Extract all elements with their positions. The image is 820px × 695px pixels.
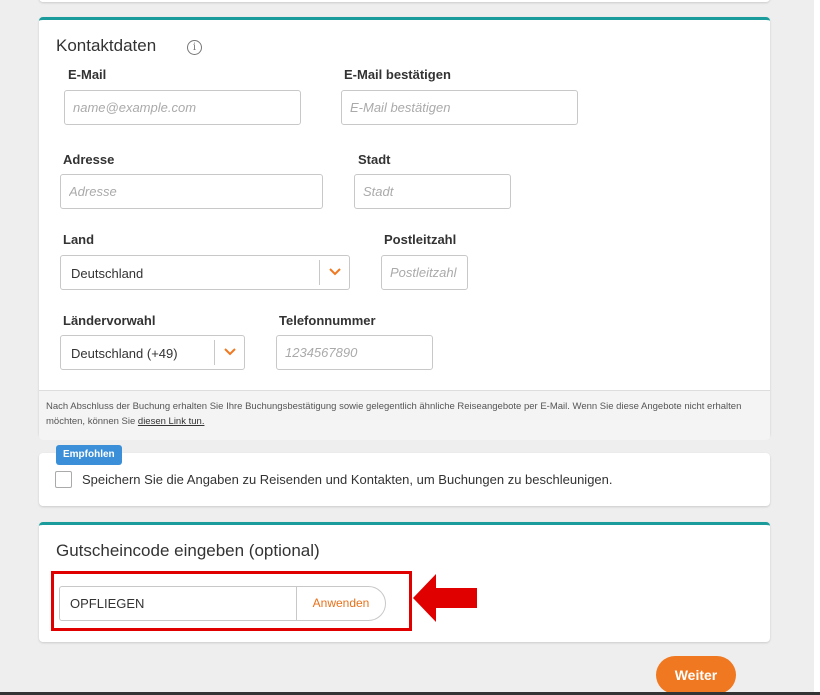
save-details-card: Speichern Sie die Angaben zu Reisenden u…: [39, 453, 770, 506]
email-label: E-Mail: [68, 67, 107, 82]
chevron-down-icon[interactable]: [319, 260, 349, 285]
chevron-down-icon[interactable]: [214, 340, 244, 365]
arrow-left-icon: [413, 574, 477, 622]
address-field[interactable]: [60, 174, 323, 209]
next-button[interactable]: Weiter: [656, 656, 736, 694]
country-value: Deutschland: [71, 266, 144, 281]
country-select[interactable]: Deutschland: [60, 255, 350, 290]
country-label: Land: [63, 232, 95, 247]
info-icon[interactable]: i: [187, 40, 202, 55]
contact-title: Kontaktdaten: [56, 36, 157, 55]
voucher-title: Gutscheincode eingeben (optional): [56, 541, 320, 560]
page-edge: [814, 0, 820, 695]
previous-card: [39, 0, 770, 2]
dial-code-select[interactable]: Deutschland (+49): [60, 335, 245, 370]
save-details-checkbox[interactable]: [55, 471, 72, 488]
privacy-notice: Nach Abschluss der Buchung erhalten Sie …: [39, 390, 770, 440]
save-details-label[interactable]: Speichern Sie die Angaben zu Reisenden u…: [82, 472, 613, 487]
address-label: Adresse: [63, 152, 115, 167]
contact-card: Kontaktdaten i E-Mail E-Mail bestätigen …: [39, 17, 770, 440]
phone-field[interactable]: [276, 335, 433, 370]
dial-code-label: Ländervorwahl: [63, 313, 156, 328]
dial-code-value: Deutschland (+49): [71, 346, 178, 361]
email-field[interactable]: [64, 90, 301, 125]
city-field[interactable]: [354, 174, 511, 209]
phone-label: Telefonnummer: [279, 313, 376, 328]
zip-label: Postleitzahl: [384, 232, 457, 247]
recommended-badge: Empfohlen: [56, 445, 122, 465]
opt-out-link[interactable]: diesen Link tun.: [138, 416, 205, 427]
email-confirm-field[interactable]: [341, 90, 578, 125]
city-label: Stadt: [358, 152, 391, 167]
zip-field[interactable]: [381, 255, 468, 290]
email-confirm-label: E-Mail bestätigen: [344, 67, 451, 82]
annotation-highlight-box: [51, 571, 412, 631]
